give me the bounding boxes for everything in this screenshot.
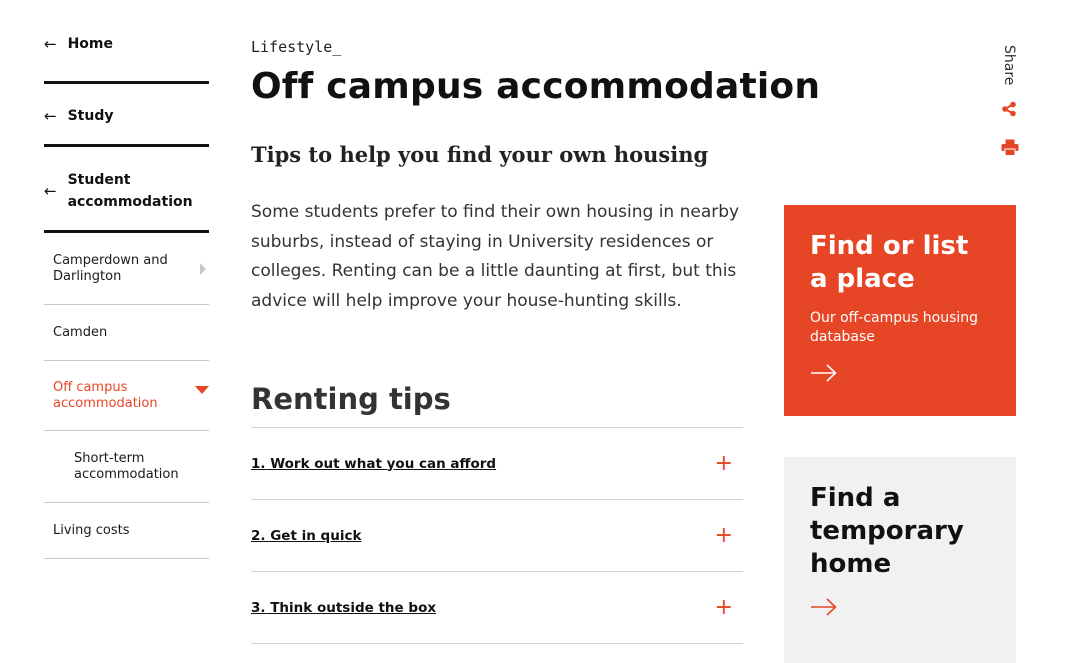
print-icon[interactable]	[1001, 139, 1019, 160]
intro-paragraph: Some students prefer to find their own h…	[251, 202, 740, 311]
card-title: Find or list a place	[810, 231, 969, 294]
find-or-list-card[interactable]: Find or list a place Our off-campus hous…	[784, 205, 1016, 416]
sidebar-item-camden[interactable]: Camden	[44, 305, 209, 361]
sidebar-item-short-term[interactable]: Short-term accommodation	[44, 431, 209, 503]
arrow-left-icon: ←	[44, 181, 57, 200]
eyebrow-label: Lifestyle_	[251, 38, 342, 56]
sidebar-item-study[interactable]: ← Study	[44, 84, 209, 147]
accordion-item[interactable]: 3. Think outside the box +	[251, 572, 743, 644]
accordion-item-label[interactable]: 2. Get in quick	[251, 528, 361, 544]
sidebar-item-label: Short-term accommodation	[74, 450, 179, 482]
arrow-left-icon: ←	[44, 107, 57, 125]
sidebar-item-living-costs[interactable]: Living costs	[44, 503, 209, 559]
chevron-right-icon[interactable]	[200, 262, 206, 275]
sidebar-item-label: Living costs	[53, 522, 130, 538]
arrow-right-icon[interactable]	[810, 363, 838, 383]
sidebar-item-label: Study	[67, 108, 114, 124]
sidebar-item-label: Off campus accommodation	[53, 379, 158, 411]
page-subtitle: Tips to help you find your own housing	[251, 142, 709, 167]
accordion-item-label[interactable]: 3. Think outside the box	[251, 600, 436, 616]
sidebar-item-label: Student accommodation	[67, 171, 193, 210]
share-label: Share	[1001, 45, 1017, 86]
plus-icon[interactable]: +	[715, 524, 733, 547]
chevron-down-icon[interactable]	[195, 385, 209, 394]
plus-icon[interactable]: +	[715, 596, 733, 619]
sidebar-nav: ← Home ← Study ← Student accommodation C…	[44, 0, 209, 559]
renting-tips-accordion: 1. Work out what you can afford + 2. Get…	[251, 427, 743, 644]
sidebar-item-camperdown[interactable]: Camperdown and Darlington	[44, 233, 209, 305]
page-title: Off campus accommodation	[251, 66, 821, 107]
arrow-left-icon: ←	[44, 34, 57, 53]
card-subtitle: Our off-campus housing database	[810, 310, 979, 345]
accordion-item-label[interactable]: 1. Work out what you can afford	[251, 456, 496, 472]
sidebar-item-label: Home	[67, 35, 113, 52]
plus-icon[interactable]: +	[715, 452, 733, 475]
accordion-item[interactable]: 2. Get in quick +	[251, 500, 743, 572]
sidebar-item-label: Camden	[53, 324, 108, 340]
sidebar-item-home[interactable]: ← Home	[44, 0, 209, 84]
sidebar-item-off-campus[interactable]: Off campus accommodation	[44, 361, 209, 431]
card-title: Find a temporary home	[810, 483, 964, 579]
temporary-home-card[interactable]: Find a temporary home	[784, 457, 1016, 663]
arrow-right-icon[interactable]	[810, 597, 838, 617]
section-heading: Renting tips	[251, 382, 451, 416]
share-icon[interactable]	[1001, 101, 1017, 121]
sidebar-item-label: Camperdown and Darlington	[53, 252, 168, 284]
sidebar-item-student-accommodation[interactable]: ← Student accommodation	[44, 147, 209, 233]
accordion-item[interactable]: 1. Work out what you can afford +	[251, 428, 743, 500]
